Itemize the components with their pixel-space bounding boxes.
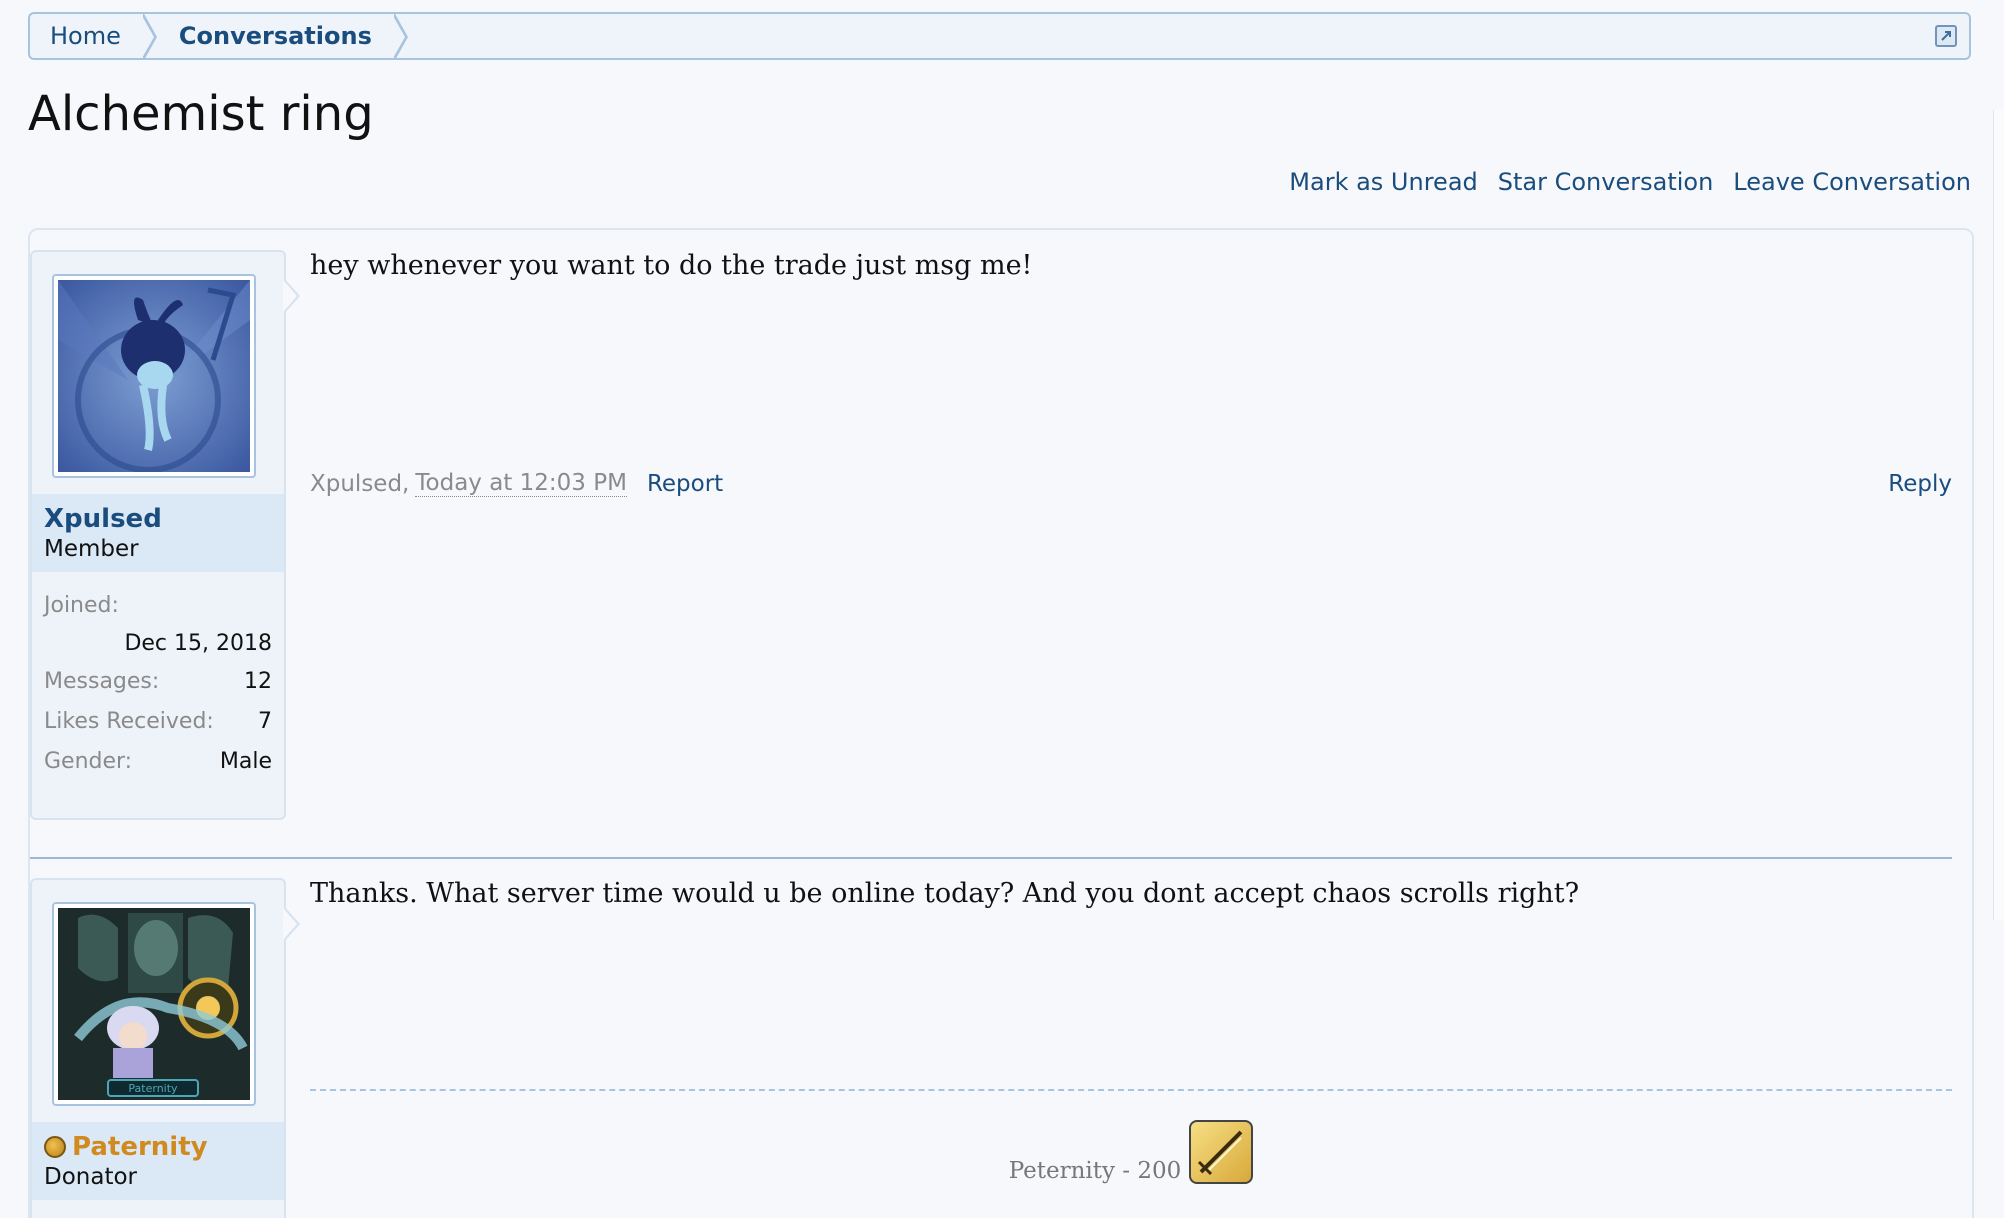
stat-label: Joined: bbox=[44, 593, 119, 618]
message: Paternity Paternity Donator Thanks. What… bbox=[30, 878, 1972, 1218]
message-author[interactable]: Xpulsed, bbox=[310, 471, 409, 497]
user-info: Xpulsed Member bbox=[32, 494, 284, 572]
breadcrumb: Home Conversations bbox=[28, 12, 1971, 60]
leave-conversation-link[interactable]: Leave Conversation bbox=[1733, 168, 1971, 196]
stat-value: 7 bbox=[258, 709, 272, 734]
user-panel: Paternity Paternity Donator bbox=[30, 878, 300, 1218]
avatar-image bbox=[58, 280, 250, 472]
stat-value: Male bbox=[219, 749, 272, 774]
stat-joined: Joined: bbox=[44, 586, 272, 626]
signature: Peternity - 200 bbox=[310, 1120, 1952, 1184]
username[interactable]: Paternity bbox=[44, 1132, 272, 1162]
message-time[interactable]: Today at 12:03 PM bbox=[415, 470, 627, 497]
stat-gender: Gender: Male bbox=[44, 742, 272, 782]
username[interactable]: Xpulsed bbox=[44, 504, 272, 534]
report-link[interactable]: Report bbox=[647, 471, 723, 497]
user-panel: Xpulsed Member Joined: Dec 15, 2018 Mess… bbox=[30, 250, 300, 820]
message-body: Thanks. What server time would u be onli… bbox=[310, 878, 1580, 909]
jump-icon[interactable] bbox=[1935, 25, 1957, 47]
user-stats: Joined: Dec 15, 2018 Messages: 12 Likes … bbox=[32, 572, 284, 792]
avatar[interactable]: Paternity bbox=[52, 902, 256, 1106]
breadcrumb-conversations-label: Conversations bbox=[178, 22, 372, 50]
stat-label: Messages: bbox=[44, 669, 160, 694]
panel-arrow bbox=[283, 906, 300, 942]
stat-value[interactable]: 12 bbox=[244, 662, 272, 702]
signature-text: Peternity - 200 bbox=[1008, 1158, 1182, 1184]
message-divider bbox=[30, 857, 1952, 859]
conversation-actions: Mark as Unread Star Conversation Leave C… bbox=[1289, 168, 1971, 196]
message: Xpulsed Member Joined: Dec 15, 2018 Mess… bbox=[30, 250, 1972, 870]
message-meta: Xpulsed, Today at 12:03 PM Report Reply bbox=[310, 470, 1952, 497]
mark-unread-link[interactable]: Mark as Unread bbox=[1289, 168, 1477, 196]
avatar-image: Paternity bbox=[58, 908, 250, 1100]
weapon-icon bbox=[1189, 1120, 1254, 1184]
user-title: Donator bbox=[44, 1164, 137, 1190]
stat-joined-value: Dec 15, 2018 bbox=[124, 631, 272, 656]
page: Home Conversations Alchemist ring Mark a… bbox=[0, 0, 2004, 1218]
user-info: Paternity Donator bbox=[32, 1122, 284, 1200]
breadcrumb-home[interactable]: Home bbox=[30, 14, 157, 58]
scrollbar[interactable] bbox=[1993, 110, 2004, 920]
stat-label: Gender: bbox=[44, 749, 133, 774]
breadcrumb-conversations[interactable]: Conversations bbox=[143, 14, 408, 58]
username-label: Paternity bbox=[72, 1132, 208, 1162]
message-list: Xpulsed Member Joined: Dec 15, 2018 Mess… bbox=[28, 228, 1974, 1218]
user-title: Member bbox=[44, 536, 139, 562]
donator-badge-icon bbox=[44, 1136, 66, 1158]
star-conversation-link[interactable]: Star Conversation bbox=[1498, 168, 1714, 196]
breadcrumb-separator bbox=[140, 14, 157, 58]
stat-likes: Likes Received: 7 bbox=[44, 702, 272, 742]
avatar-label: Paternity bbox=[128, 1082, 178, 1095]
breadcrumb-home-label: Home bbox=[50, 22, 121, 50]
stat-messages: Messages: 12 bbox=[44, 662, 272, 702]
message-body: hey whenever you want to do the trade ju… bbox=[310, 250, 1033, 281]
page-title: Alchemist ring bbox=[28, 86, 374, 142]
breadcrumb-separator bbox=[391, 14, 408, 58]
panel-arrow bbox=[283, 278, 300, 314]
reply-link[interactable]: Reply bbox=[1888, 471, 1952, 497]
stat-label: Likes Received: bbox=[44, 709, 214, 734]
avatar[interactable] bbox=[52, 274, 256, 478]
signature-divider bbox=[310, 1089, 1952, 1091]
